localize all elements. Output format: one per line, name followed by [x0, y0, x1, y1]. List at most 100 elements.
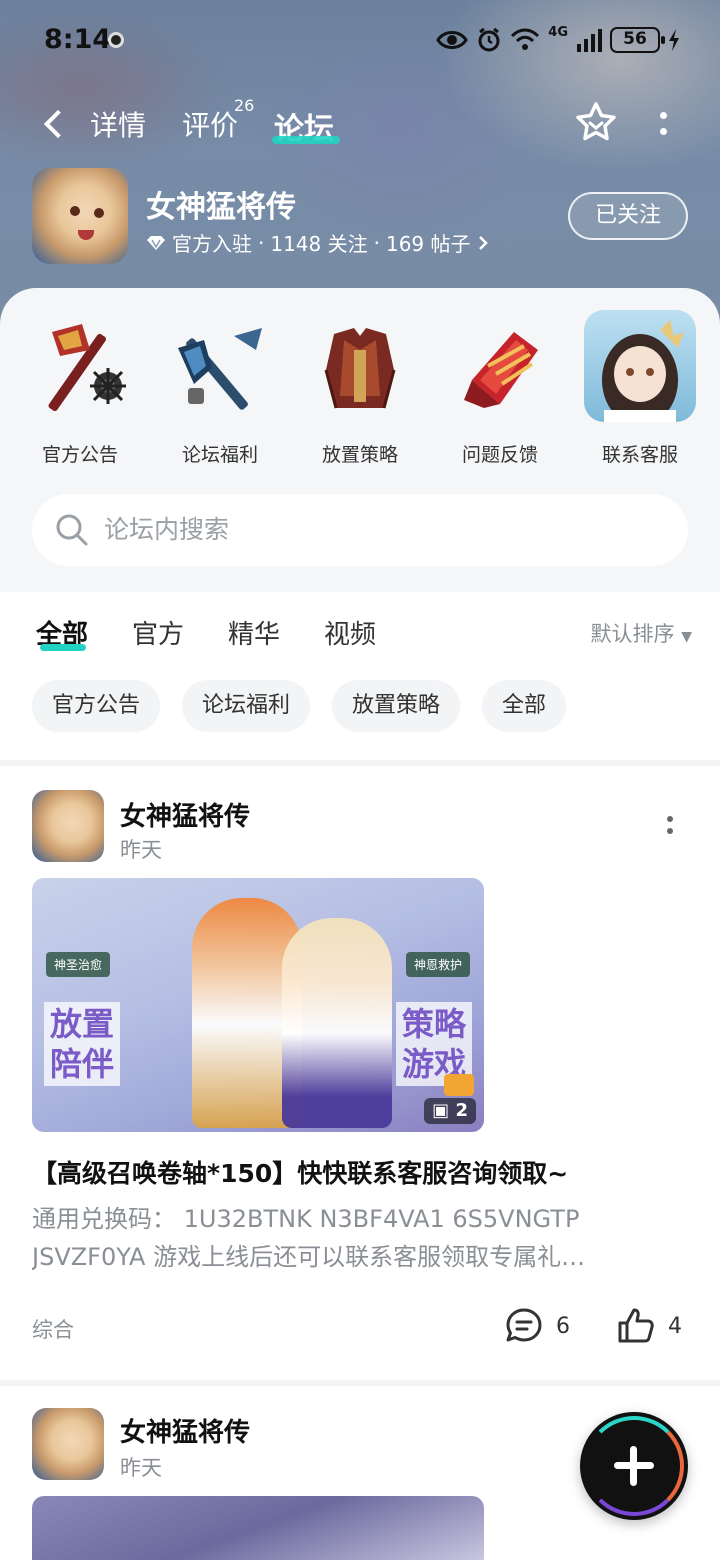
diamond-icon: [147, 235, 165, 250]
game-header: 女神猛将传 官方入驻 · 1148 关注 · 169 帖子 已关注: [0, 168, 720, 268]
plus-icon: [630, 1446, 637, 1486]
post-category-tag[interactable]: 综合: [32, 1314, 74, 1344]
battery-indicator: 56: [610, 27, 665, 53]
comment-button[interactable]: 6: [504, 1306, 570, 1346]
meta-separator: ·: [258, 230, 265, 255]
thumbs-up-icon: [618, 1308, 654, 1343]
avatar[interactable]: [32, 1408, 104, 1480]
image-badge: 神圣治愈: [46, 952, 111, 977]
game-title: 女神猛将传: [146, 190, 296, 225]
shortcut-forum-benefits[interactable]: 论坛福利: [150, 310, 290, 470]
tab-reviews[interactable]: 评价: [182, 104, 238, 144]
forum-search-bar[interactable]: 论坛内搜索: [32, 494, 688, 566]
support-avatar-icon: [584, 310, 696, 422]
age-rating-badge: [444, 1074, 474, 1096]
follow-button[interactable]: 已关注: [568, 192, 688, 240]
status-bar: 8:14 4G 56: [0, 0, 720, 80]
chip-forum-benefits[interactable]: 论坛福利: [182, 680, 311, 732]
shortcut-label: 问题反馈: [461, 444, 538, 466]
hammer-icon: [178, 328, 262, 410]
feed-tab-official[interactable]: 官方: [132, 614, 184, 651]
post-image[interactable]: 神圣治愈 神恩救护 放置 陪伴 策略 游戏 ▣ 2: [32, 878, 484, 1132]
back-button[interactable]: [34, 104, 70, 144]
dot: [660, 112, 667, 119]
feed-tab-video[interactable]: 视频: [324, 614, 376, 651]
official-label: 官方入驻: [172, 232, 252, 256]
chip-official-announcement[interactable]: 官方公告: [32, 680, 161, 732]
shortcut-feedback[interactable]: 问题反馈: [430, 310, 570, 470]
more-options-button[interactable]: [650, 106, 678, 142]
network-type: 4G: [548, 25, 568, 40]
post-divider: [0, 1380, 720, 1386]
search-input[interactable]: 论坛内搜索: [104, 494, 229, 566]
followers-count: 1148 关注: [270, 232, 368, 256]
gauntlet-icon: [464, 332, 538, 408]
image-count: 2: [455, 1100, 468, 1121]
tab-active-indicator: [272, 136, 340, 144]
like-button[interactable]: 4: [616, 1306, 682, 1346]
chevron-right-icon: [478, 235, 488, 250]
reviews-count-badge: 26: [234, 96, 255, 115]
shortcut-contact-support[interactable]: 联系客服: [570, 310, 710, 470]
game-meta[interactable]: 官方入驻 · 1148 关注 · 169 帖子: [146, 228, 489, 257]
wifi-icon: [511, 28, 540, 50]
charging-icon: [669, 29, 679, 51]
chip-idle-strategy[interactable]: 放置策略: [332, 680, 461, 732]
feed-tab-featured[interactable]: 精华: [228, 614, 280, 651]
status-icons: 4G 56: [436, 26, 680, 54]
shortcut-label: 放置策略: [321, 444, 398, 466]
like-count: 4: [668, 1313, 682, 1339]
icon-detail: [78, 230, 94, 240]
post-time: 昨天: [120, 838, 162, 862]
shortcut-label: 联系客服: [601, 444, 678, 466]
favorite-button[interactable]: [574, 100, 618, 144]
image-count-badge: ▣ 2: [424, 1098, 476, 1124]
status-time: 8:14: [44, 24, 112, 55]
post-body[interactable]: 通用兑换码： 1U32BTNK N3BF4VA1 6S5VNGTP JSVZF0…: [32, 1200, 682, 1276]
feed-tabs: 全部 官方 精华 视频 默认排序 ▼: [0, 592, 720, 672]
post-more-button[interactable]: [660, 812, 680, 842]
dot: [660, 128, 667, 135]
dot: [667, 828, 673, 834]
axe-icon: [48, 324, 126, 412]
post-time: 昨天: [120, 1456, 162, 1480]
post-author[interactable]: 女神猛将传: [120, 1412, 250, 1449]
image-text: 放置 陪伴: [44, 1002, 121, 1086]
icon-detail: [94, 208, 104, 218]
post-title[interactable]: 【高级召唤卷轴*150】快快联系客服咨询领取~: [32, 1154, 692, 1190]
star-icon: [576, 102, 616, 141]
tab-details[interactable]: 详情: [90, 104, 146, 144]
icon-detail: [70, 206, 80, 216]
avatar[interactable]: [32, 790, 104, 862]
new-post-button[interactable]: [580, 1412, 688, 1520]
support-avatar-art: [602, 320, 684, 422]
shortcut-label: 官方公告: [41, 444, 118, 466]
post-image[interactable]: [32, 1496, 484, 1560]
notification-icon: [108, 32, 124, 48]
shortcut-label: 论坛福利: [181, 444, 258, 466]
shortcut-official-announcement[interactable]: 官方公告: [10, 310, 150, 470]
post-author[interactable]: 女神猛将传: [120, 796, 250, 833]
dot: [667, 816, 673, 822]
post-body-line: 通用兑换码： 1U32BTNK N3BF4VA1 6S5VNGTP: [32, 1205, 580, 1233]
comment-count: 6: [556, 1313, 570, 1339]
armor-icon: [324, 328, 396, 409]
post-body-line: JSVZF0YA 游戏上线后还可以联系客服领取专属礼…: [32, 1243, 586, 1271]
top-nav: 详情 评价 26 论坛: [0, 96, 720, 156]
category-chips: 官方公告 论坛福利 放置策略 全部: [0, 680, 720, 736]
chip-all[interactable]: 全部: [482, 680, 567, 732]
image-badge: 神恩救护: [405, 952, 470, 977]
section-divider: [0, 760, 720, 766]
posts-count: 169 帖子: [385, 232, 471, 256]
game-banner: 8:14 4G 56 详情 评价 26 论坛 女神猛将传 官方入驻 · 1148…: [0, 0, 720, 330]
comment-icon: [506, 1308, 542, 1342]
feed-tab-indicator: [40, 644, 86, 651]
meta-separator: ·: [373, 230, 380, 255]
game-icon[interactable]: [32, 168, 128, 264]
sort-dropdown[interactable]: 默认排序 ▼: [591, 618, 692, 648]
image-stack-icon: ▣: [432, 1100, 450, 1121]
shortcut-idle-strategy[interactable]: 放置策略: [290, 310, 430, 470]
signal-icon: [577, 29, 602, 52]
search-icon: [56, 514, 88, 546]
sort-label: 默认排序: [590, 622, 675, 646]
